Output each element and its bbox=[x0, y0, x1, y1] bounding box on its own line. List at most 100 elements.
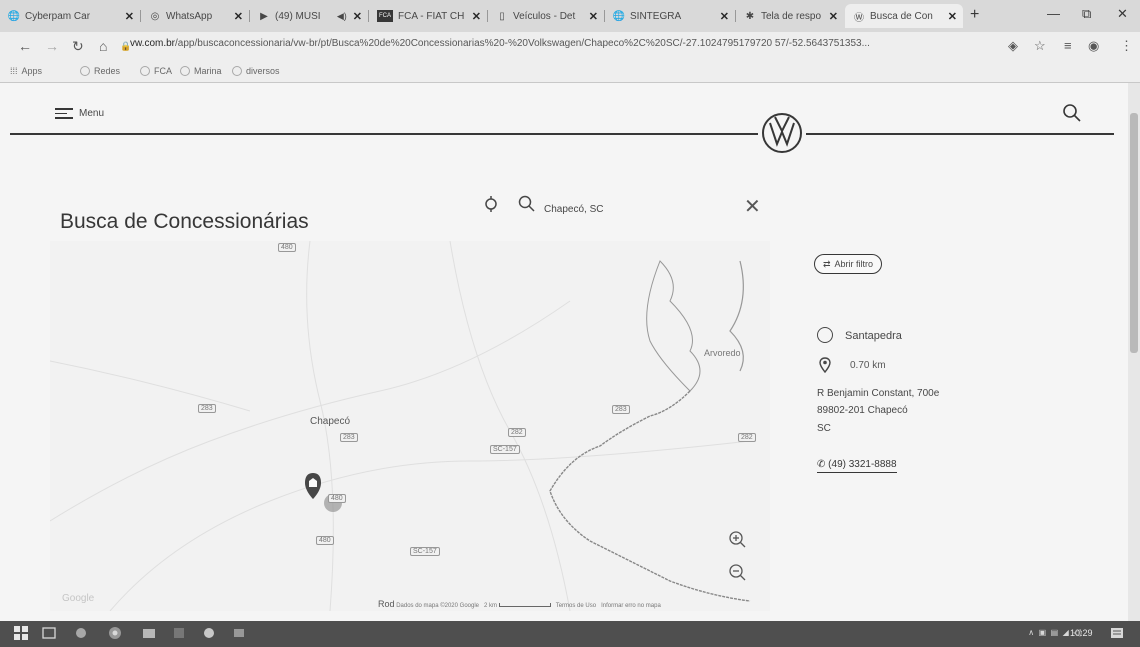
tab-sintegra[interactable]: 🌐 SINTEGRA ✕ bbox=[605, 4, 735, 28]
dealer-select-radio[interactable] bbox=[817, 327, 833, 343]
taskbar-app-icon[interactable] bbox=[202, 626, 216, 640]
windows-taskbar: ∧ ▣ ▤ ◢ ◁) 10:29 bbox=[0, 621, 1140, 647]
tab-busca-concessionarias[interactable]: Ⓦ Busca de Con ✕ bbox=[845, 4, 963, 28]
url-path: /app/buscaconcessionaria/vw-br/pt/Busca%… bbox=[175, 38, 870, 49]
file-explorer-icon[interactable] bbox=[142, 626, 156, 640]
tab-youtube[interactable]: ▶ (49) MÚSI ◀) ✕ bbox=[250, 4, 368, 28]
locate-me-icon[interactable] bbox=[483, 195, 499, 213]
notification-center-icon[interactable] bbox=[1110, 626, 1124, 640]
new-tab-button[interactable]: + bbox=[970, 6, 979, 24]
reading-list-icon[interactable]: ≡ bbox=[1064, 38, 1072, 53]
road-badge: 480 bbox=[278, 243, 296, 252]
vw-logo[interactable] bbox=[760, 111, 804, 155]
search-icon[interactable] bbox=[1062, 103, 1082, 123]
tab-veiculos[interactable]: ▯ Veículos - Det ✕ bbox=[488, 4, 604, 28]
close-tab-icon[interactable]: ✕ bbox=[942, 10, 963, 23]
whatsapp-icon: ◎ bbox=[150, 10, 160, 22]
map-data-credit: Dados do mapa ©2020 Google bbox=[396, 603, 479, 609]
apps-grid-icon: ⁞⁞⁞ bbox=[10, 66, 18, 76]
terms-link[interactable]: Termos de Uso bbox=[556, 603, 596, 609]
bookmark-label: FCA bbox=[154, 66, 172, 76]
youtube-icon: ▶ bbox=[260, 10, 268, 22]
map-label-arvoredo: Arvoredo bbox=[704, 348, 741, 358]
location-search-input[interactable]: Chapecó, SC bbox=[544, 204, 603, 215]
road-badge: 480 bbox=[328, 494, 346, 503]
road-badge: 480 bbox=[316, 536, 334, 545]
close-tab-icon[interactable]: ✕ bbox=[466, 10, 487, 23]
taskbar-app-icon[interactable] bbox=[74, 626, 88, 640]
bookmark-apps[interactable]: ⁞⁞⁞ Apps bbox=[10, 66, 42, 76]
back-button[interactable]: ← bbox=[18, 38, 32, 54]
scale-bar bbox=[498, 603, 551, 608]
open-filter-button[interactable]: ⇄ Abrir filtro bbox=[814, 254, 883, 274]
tab-tela-resposta[interactable]: ✱ Tela de respo ✕ bbox=[736, 4, 844, 28]
task-view-icon[interactable] bbox=[42, 626, 56, 640]
dealer-phone-link[interactable]: ✆ (49) 3321-8888 bbox=[817, 459, 897, 473]
header-divider-right bbox=[806, 133, 1114, 135]
folder-icon bbox=[232, 66, 242, 76]
bookmark-label: Redes bbox=[94, 66, 121, 76]
address-bar: ← → ↻ ⌂ 🔒 vw.com.br/app/buscaconcessiona… bbox=[0, 32, 1140, 62]
zoom-out-icon[interactable] bbox=[728, 563, 746, 581]
filter-icon: ⇄ bbox=[823, 258, 831, 269]
taskbar-app-icon[interactable] bbox=[172, 626, 186, 640]
bookmark-diversos[interactable]: diversos bbox=[232, 66, 280, 76]
bookmark-marina[interactable]: Marina bbox=[180, 66, 222, 76]
url-field[interactable]: vw.com.br/app/buscaconcessionaria/vw-br/… bbox=[130, 38, 1000, 56]
tab-fca[interactable]: FCA FCA - FIAT CH ✕ bbox=[369, 4, 487, 28]
tab-cyberpam[interactable]: 🌐 Cyberpam Car ✕ bbox=[0, 4, 140, 28]
doc-icon: ▯ bbox=[499, 10, 505, 22]
profile-avatar[interactable]: ◉ bbox=[1088, 38, 1099, 54]
close-tab-icon[interactable]: ✕ bbox=[228, 10, 249, 23]
phone-icon: ✆ bbox=[817, 459, 829, 470]
road-badge: SC-157 bbox=[490, 445, 520, 454]
globe-icon: 🌐 bbox=[612, 10, 626, 22]
road-badge: SC-157 bbox=[410, 547, 440, 556]
more-options-icon[interactable]: ⋮ bbox=[1120, 38, 1133, 54]
close-tab-icon[interactable]: ✕ bbox=[119, 10, 140, 23]
menu-button[interactable]: Menu bbox=[55, 105, 104, 122]
search-icon bbox=[518, 195, 535, 212]
menu-label: Menu bbox=[79, 107, 105, 119]
taskbar-clock[interactable]: 10:29 bbox=[1070, 628, 1093, 638]
folder-icon bbox=[80, 66, 90, 76]
forward-button[interactable]: → bbox=[45, 38, 59, 54]
bookmark-redes[interactable]: Redes bbox=[80, 66, 120, 76]
reload-button[interactable]: ↻ bbox=[72, 38, 84, 55]
star-icon[interactable]: ☆ bbox=[1034, 38, 1046, 54]
hamburger-icon bbox=[55, 105, 73, 122]
page-scrollbar[interactable] bbox=[1128, 83, 1140, 621]
bookmark-fca[interactable]: FCA bbox=[140, 66, 172, 76]
close-tab-icon[interactable]: ✕ bbox=[823, 10, 844, 23]
close-tab-icon[interactable]: ✕ bbox=[347, 10, 368, 23]
home-button[interactable]: ⌂ bbox=[99, 38, 107, 54]
road-badge: 282 bbox=[738, 433, 756, 442]
restore-button[interactable]: ⧉ bbox=[1082, 6, 1091, 22]
folder-icon bbox=[140, 66, 150, 76]
windows-start-icon[interactable] bbox=[14, 626, 28, 640]
page-title: Busca de Concessionárias bbox=[60, 210, 309, 234]
url-domain: vw.com.br bbox=[130, 38, 176, 49]
close-tab-icon[interactable]: ✕ bbox=[583, 10, 604, 23]
speaker-icon[interactable]: ◀) bbox=[337, 11, 347, 22]
dealer-phone: (49) 3321-8888 bbox=[828, 459, 897, 470]
location-pin-icon bbox=[819, 357, 831, 373]
header-divider-left bbox=[10, 133, 758, 135]
tab-title: (49) MÚSI bbox=[275, 10, 321, 22]
eye-off-icon[interactable]: ◈ bbox=[1008, 38, 1018, 54]
dealer-address-city: 89802-201 Chapecó bbox=[817, 405, 908, 416]
dealer-name: Santapedra bbox=[845, 330, 902, 342]
close-tab-icon[interactable]: ✕ bbox=[714, 10, 735, 23]
taskbar-app-icon[interactable] bbox=[232, 626, 246, 640]
close-window-button[interactable]: ✕ bbox=[1117, 6, 1128, 22]
tab-whatsapp[interactable]: ◎ WhatsApp ✕ bbox=[141, 4, 249, 28]
zoom-in-icon[interactable] bbox=[728, 530, 746, 548]
report-error-link[interactable]: Informar erro no mapa bbox=[601, 603, 661, 609]
minimize-button[interactable]: — bbox=[1047, 6, 1060, 21]
chrome-taskbar-icon[interactable] bbox=[108, 626, 122, 640]
map-footer: Rod Dados do mapa ©2020 Google 2 km Term… bbox=[378, 599, 661, 609]
scrollbar-thumb[interactable] bbox=[1130, 113, 1138, 353]
clear-search-icon[interactable]: ✕ bbox=[744, 194, 761, 219]
google-watermark: Google bbox=[62, 593, 95, 604]
tab-title: Cyberpam Car bbox=[25, 10, 91, 22]
